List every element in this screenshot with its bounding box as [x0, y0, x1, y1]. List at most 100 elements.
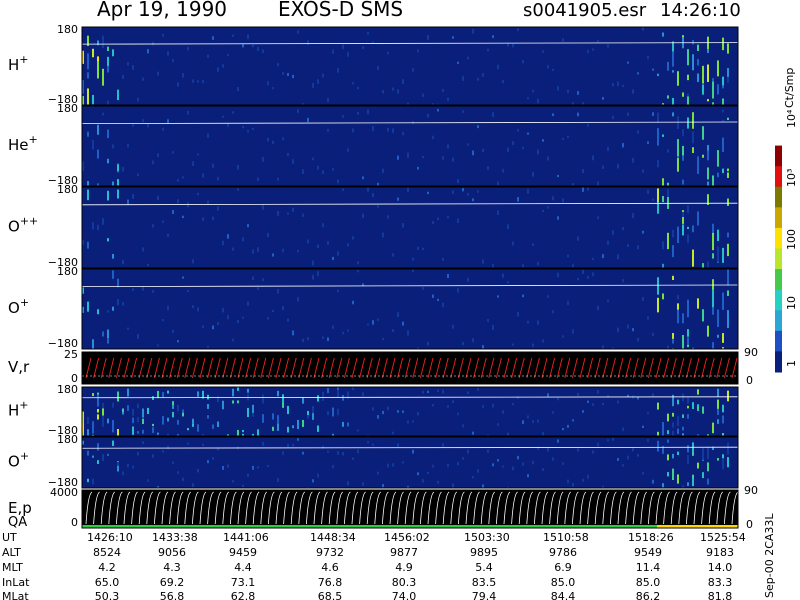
spectrogram-cell [707, 325, 709, 337]
spectrogram-cell [222, 240, 224, 246]
spectrogram-cell [272, 426, 274, 431]
x-tick-label: 1433:38 [152, 531, 198, 544]
spectrogram-cell [707, 462, 709, 472]
spectrogram-cell [547, 65, 549, 69]
spectrogram-cell [137, 431, 139, 434]
spectrogram-cell [347, 391, 349, 399]
spectrogram-cell [457, 61, 459, 64]
spectrogram-cell [712, 253, 714, 259]
spectrogram-cell [322, 336, 324, 339]
spectrogram-cell [312, 274, 314, 280]
spectrogram-cell [322, 170, 324, 175]
spectrogram-cell [427, 390, 429, 394]
spectrogram-cell [302, 338, 304, 343]
spectrogram-cell [592, 48, 594, 51]
spectrogram-cell [517, 396, 519, 400]
spectrogram-cell [422, 93, 424, 98]
spectrogram-cell [357, 270, 359, 273]
ephemeris-value-mlt: 14.0 [708, 561, 733, 574]
spectrogram-cell [267, 137, 269, 142]
spectrogram-cell [207, 403, 209, 409]
spectrogram-cell [572, 329, 574, 334]
spectrogram-cell [617, 457, 619, 461]
spectrogram-cell [667, 232, 669, 250]
spectrogram-cell [597, 442, 599, 447]
spectrogram-cell [282, 306, 284, 311]
spectrogram-cell [662, 178, 664, 186]
spectrogram-cell [722, 454, 724, 459]
spectrogram-cell [237, 164, 239, 170]
spectrogram-cell [562, 335, 564, 338]
spectrogram-cell [507, 432, 509, 436]
spectrogram-cell [647, 141, 649, 144]
spectrogram-cell [132, 408, 134, 416]
spectrogram-cell [707, 99, 709, 102]
spectrogram-cell [132, 193, 134, 199]
spectrogram-cell [337, 251, 339, 256]
spectrogram-cell [327, 241, 329, 245]
spectrogram-cell [127, 388, 129, 397]
spectrogram-cell [402, 321, 404, 326]
spectrogram-cell [97, 149, 99, 159]
spectrogram-cell [687, 482, 689, 486]
spectrogram-cell [687, 397, 689, 404]
spectrogram-cell [87, 450, 89, 456]
spectrogram-cell [682, 426, 684, 431]
he-plus-label-sup: + [29, 133, 38, 146]
spectrogram-cell [232, 388, 234, 397]
spectrogram-cell [362, 46, 364, 50]
spectrogram-cell [517, 129, 519, 132]
spectrogram-cell [522, 264, 524, 268]
spectrogram-cell [277, 390, 279, 397]
spectrogram-cell [267, 81, 269, 86]
spectrogram-cell [532, 89, 534, 93]
spectrogram-cell [237, 87, 239, 92]
spectrogram-cell [252, 249, 254, 254]
panel-o-plusplus: O++180−180 [8, 183, 739, 269]
ep-plot-area [82, 490, 738, 528]
spectrogram-cell [557, 216, 559, 220]
spectrogram-cell [262, 49, 264, 53]
h-plus-2-plot-area [82, 387, 738, 436]
spectrogram-cell [522, 462, 524, 466]
spectrogram-cell [532, 243, 534, 246]
spectrogram-cell [402, 131, 404, 136]
spectrogram-cell [372, 193, 374, 198]
spectrogram-cell [532, 420, 534, 424]
panels-group: H+180−180He+180−180O++180−180O+180−180V,… [8, 23, 758, 531]
spectrogram-cell [347, 243, 349, 247]
spectrogram-cell [677, 116, 679, 129]
spectrogram-cell [692, 147, 694, 154]
spectrogram-cell [167, 417, 169, 422]
spectrogram-cell [307, 337, 309, 341]
spectrogram-cell [312, 260, 314, 266]
spectrogram-cell [107, 46, 109, 51]
spectrogram-cell [307, 40, 309, 46]
spectrogram-cell [442, 257, 444, 261]
spectrogram-cell [357, 449, 359, 454]
spectrogram-cell [202, 325, 204, 328]
spectrogram-cell [662, 428, 664, 436]
spectrogram-cell [592, 272, 594, 277]
spectrogram-cell [242, 484, 244, 487]
spectrogram-cell [552, 113, 554, 117]
spectrogram-cell [687, 455, 689, 464]
spectrogram-cell [447, 273, 449, 279]
spectrogram-cell [602, 345, 604, 349]
spectrogram-cell [582, 169, 584, 174]
spectrogram-cell [517, 455, 519, 460]
spectrogram-cell [632, 328, 634, 332]
spectrogram-cell [722, 404, 724, 413]
ephemeris-value-alt: 9895 [470, 546, 498, 559]
spectrogram-cell [272, 87, 274, 90]
ephemeris-value-inlat: 69.2 [160, 576, 185, 589]
spectrogram-cell [242, 125, 244, 129]
spectrogram-cell [517, 311, 519, 317]
spectrogram-cell [707, 261, 709, 268]
spectrogram-cell [192, 421, 194, 424]
spectrogram-cell [342, 421, 344, 427]
spectrogram-cell [717, 388, 719, 397]
spectrogram-cell [607, 44, 609, 48]
spectrogram-cell [577, 448, 579, 452]
spectrogram-cell [447, 144, 449, 149]
